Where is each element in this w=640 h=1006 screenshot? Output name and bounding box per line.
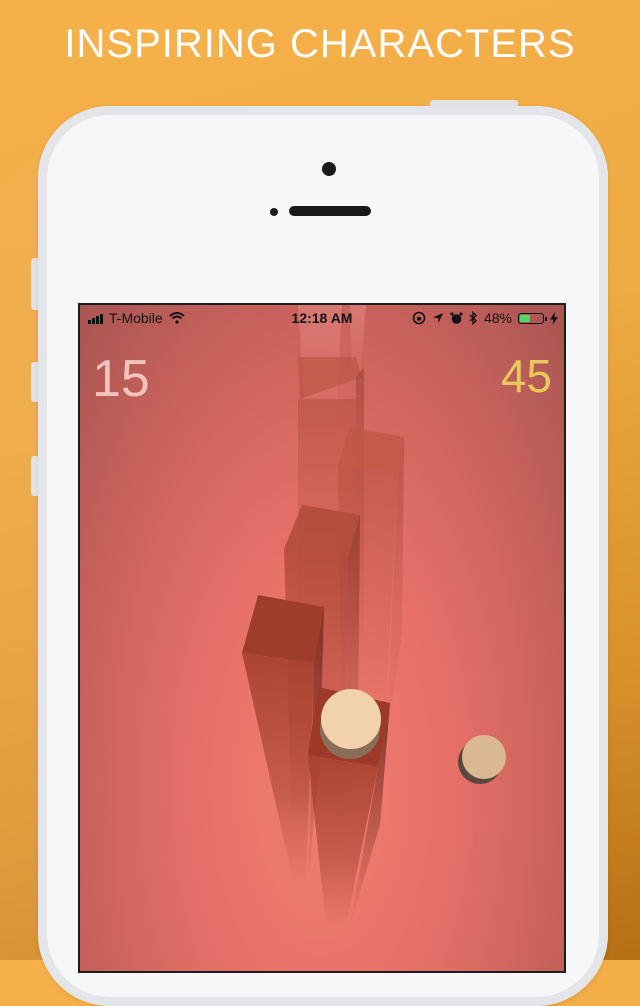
earpiece-speaker: [289, 206, 371, 216]
front-camera: [322, 162, 336, 176]
battery-percent: 48%: [483, 310, 512, 326]
proximity-sensor: [270, 208, 278, 216]
orientation-lock-icon: [412, 311, 426, 325]
best-score: 45: [500, 350, 552, 402]
game-screen[interactable]: T-Mobile 12:18 AM 48% 15 45: [78, 303, 566, 973]
game-scene[interactable]: [80, 305, 566, 973]
status-bar: T-Mobile 12:18 AM 48%: [80, 305, 564, 331]
bluetooth-icon: [469, 311, 477, 325]
current-score: 15: [92, 350, 150, 408]
battery-icon: [518, 312, 547, 324]
charging-icon: [550, 311, 558, 325]
bouncing-ball: [458, 735, 506, 784]
banner-title: INSPIRING CHARACTERS: [64, 22, 576, 66]
location-icon: [432, 313, 443, 323]
alarm-icon: [450, 311, 463, 324]
player-ball: [320, 689, 381, 759]
